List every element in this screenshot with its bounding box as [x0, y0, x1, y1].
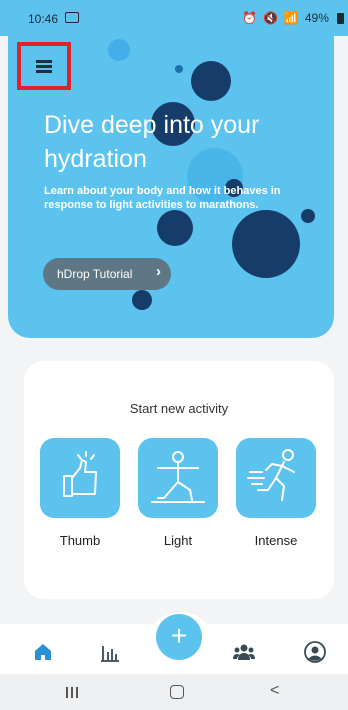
- profile-icon[interactable]: [303, 640, 327, 664]
- activity-intense-label: Intense: [254, 533, 298, 548]
- bar-chart-icon[interactable]: [98, 640, 122, 664]
- activity-light-button[interactable]: [138, 438, 218, 518]
- hero-subtext: Learn about your body and how it behaves…: [44, 185, 281, 211]
- status-bar: 10:46 ⏰ 🔇 📶 49%: [0, 0, 348, 36]
- activity-thumb-label: Thumb: [59, 533, 101, 548]
- activity-card-title: Start new activity: [129, 401, 229, 416]
- gallery-notification-icon: [65, 12, 79, 23]
- hamburger-icon: [36, 60, 52, 73]
- add-activity-button[interactable]: +: [156, 614, 202, 660]
- menu-button[interactable]: [17, 42, 71, 90]
- status-time: 10:46: [28, 12, 59, 26]
- recents-icon[interactable]: [66, 687, 80, 698]
- back-icon[interactable]: <: [270, 682, 279, 700]
- group-icon[interactable]: [232, 640, 256, 664]
- chevron-right-icon: ›: [156, 263, 161, 280]
- activity-thumb-button[interactable]: [40, 438, 120, 518]
- home-icon[interactable]: [31, 640, 55, 664]
- app-frame: 10:46 ⏰ 🔇 📶 49% Dive deep into your hydr…: [0, 0, 348, 710]
- activity-intense-button[interactable]: [236, 438, 316, 518]
- yoga-icon: [151, 451, 205, 503]
- tutorial-button[interactable]: hDrop Tutorial ›: [43, 258, 171, 290]
- battery-icon: [336, 12, 344, 24]
- tutorial-button-label: hDrop Tutorial: [57, 267, 133, 281]
- battery-percent: 49%: [304, 11, 329, 25]
- running-icon: [247, 449, 295, 501]
- home-system-button[interactable]: [170, 685, 184, 699]
- mute-icon: 🔇: [262, 11, 278, 25]
- activity-light-label: Light: [163, 533, 193, 548]
- alarm-icon: ⏰: [242, 11, 257, 25]
- system-nav-bar: <: [0, 674, 348, 710]
- activity-card: Start new activity Thumb Light Intense: [24, 361, 334, 599]
- hero-headline: Dive deep into your hydration: [44, 111, 260, 173]
- thumbs-up-icon: [63, 451, 97, 497]
- signal-icon: 📶: [283, 11, 299, 25]
- status-icons: ⏰ 🔇 📶 49%: [242, 11, 344, 25]
